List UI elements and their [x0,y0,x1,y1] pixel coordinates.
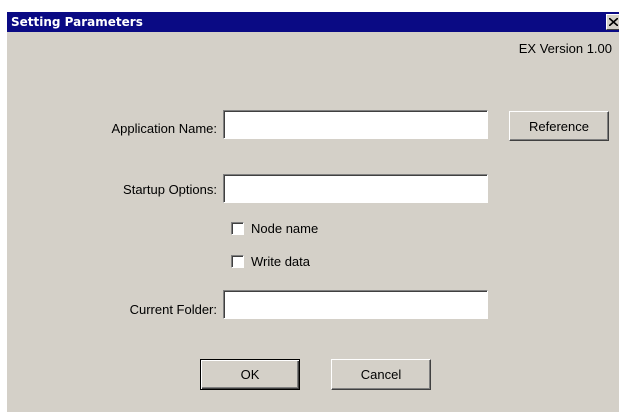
title-bar[interactable]: Setting Parameters [7,12,619,32]
ok-button[interactable]: OK [200,359,300,390]
version-label: EX Version 1.00 [518,41,612,56]
write-data-option[interactable]: Write data [231,253,351,271]
application-name-label: Application Name: [111,121,218,136]
node-name-checkbox[interactable] [231,222,244,235]
close-icon [609,18,618,26]
close-button[interactable] [606,14,619,30]
startup-options-label: Startup Options: [123,182,217,197]
node-name-option[interactable]: Node name [231,220,351,238]
reference-button[interactable]: Reference [509,111,609,141]
write-data-checkbox[interactable] [231,255,244,268]
current-folder-label: Current Folder: [129,302,217,317]
write-data-label: Write data [251,254,311,269]
application-name-input[interactable] [223,110,488,139]
window-title: Setting Parameters [11,15,143,29]
startup-options-input[interactable] [223,174,488,203]
node-name-label: Node name [251,221,319,236]
current-folder-input[interactable] [223,290,488,319]
setting-parameters-dialog: Setting Parameters EX Version 1.00 Appli… [6,12,619,412]
cancel-button[interactable]: Cancel [331,359,431,390]
